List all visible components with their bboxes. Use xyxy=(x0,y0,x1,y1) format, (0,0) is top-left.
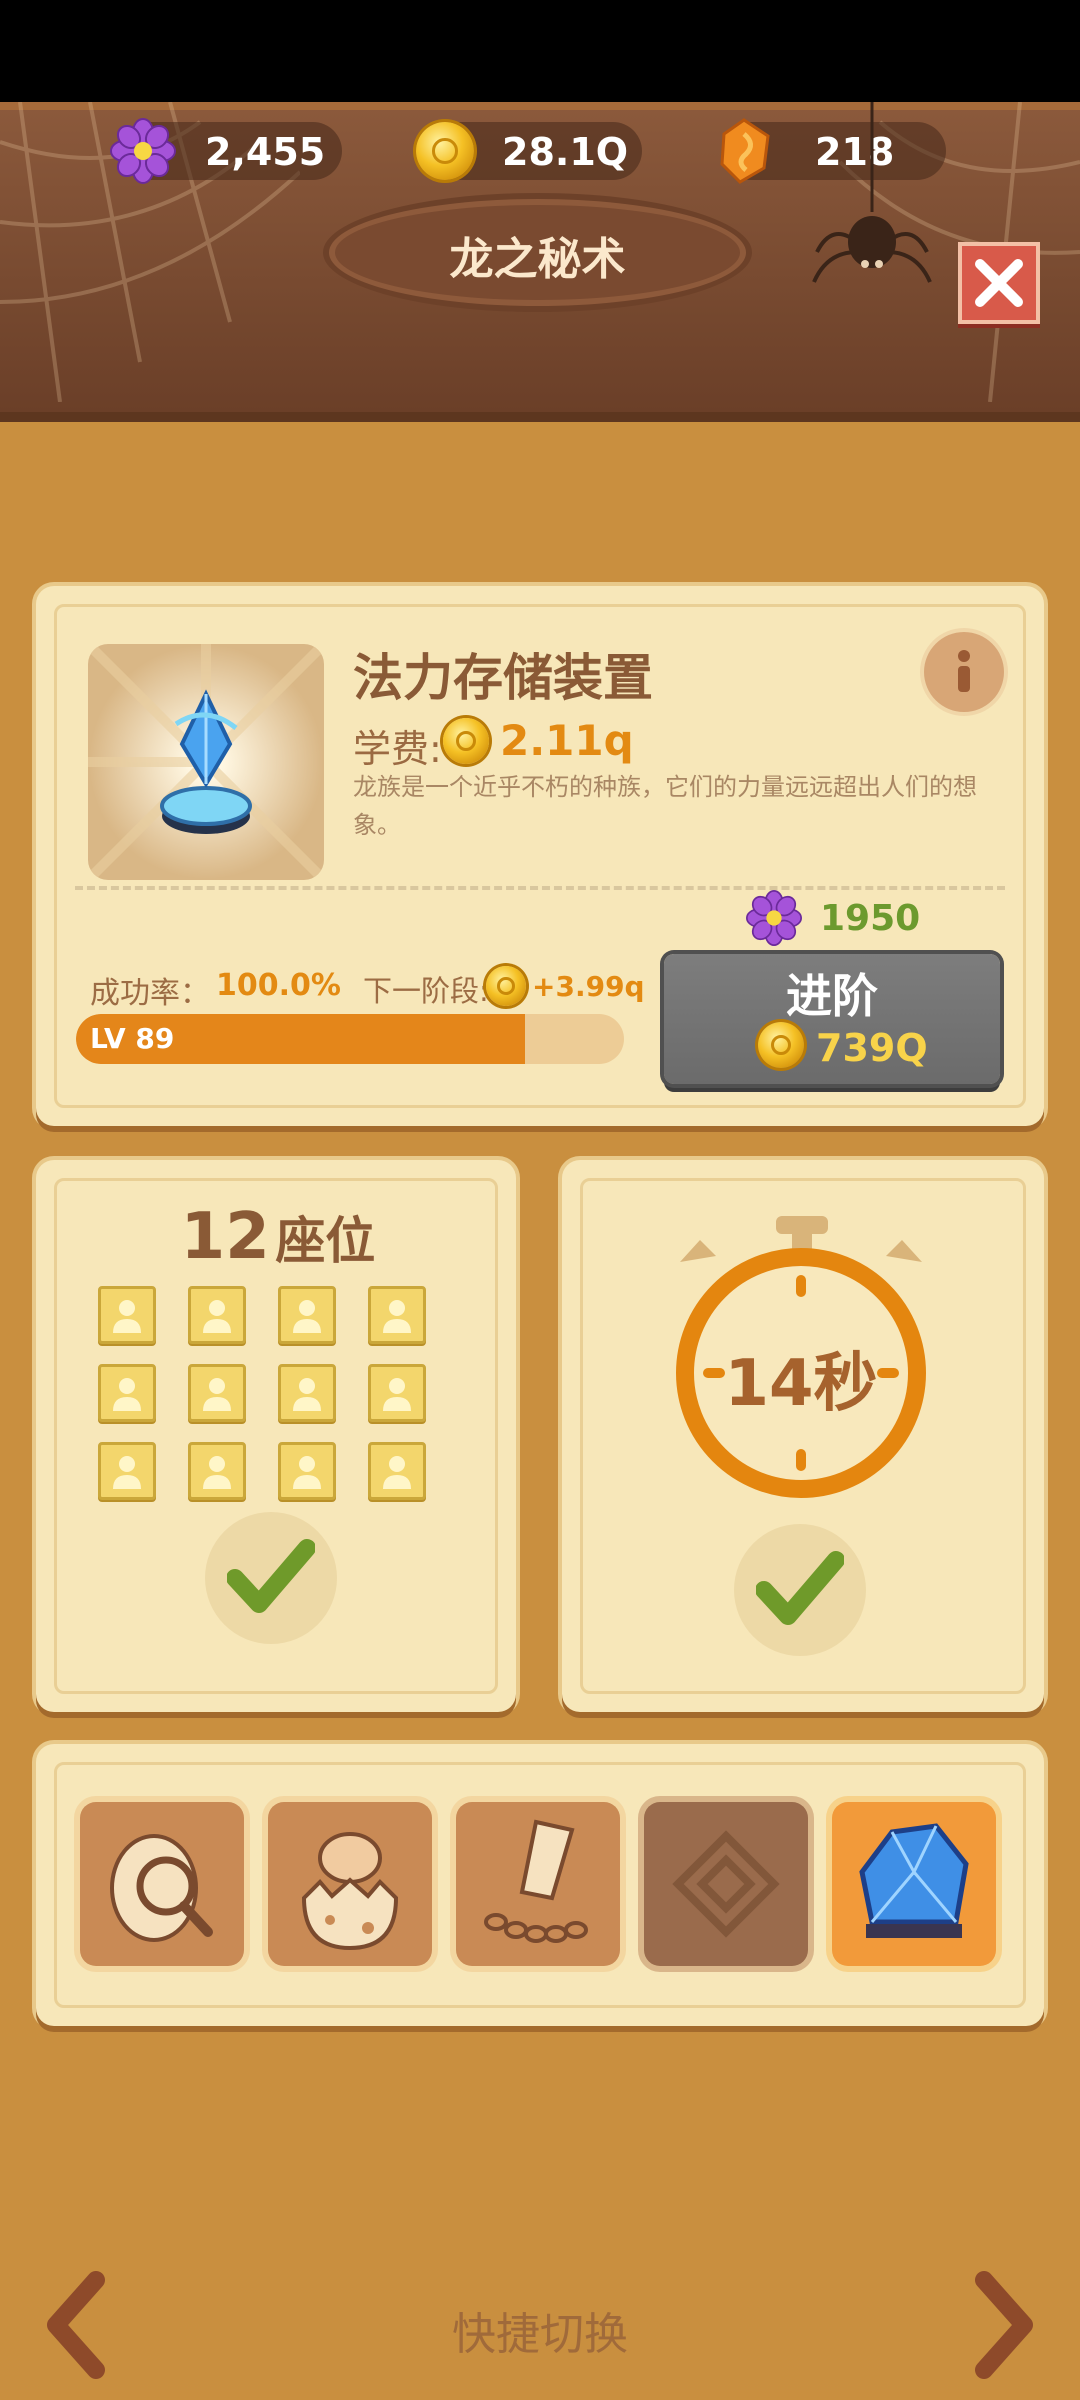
seat-slot xyxy=(368,1286,426,1344)
gold-coin-icon xyxy=(416,122,474,180)
info-icon xyxy=(958,650,970,692)
person-icon xyxy=(383,1300,411,1333)
chained-claw-icon xyxy=(484,1819,588,1943)
level-label: LV 89 xyxy=(90,1022,175,1055)
fee-label: 学费: xyxy=(353,727,442,771)
timer-confirm-button[interactable] xyxy=(734,1524,866,1656)
success-rate-value: 100.0% xyxy=(216,968,341,1003)
skill-locked[interactable] xyxy=(644,1802,808,1966)
item-icon-box xyxy=(88,644,324,880)
level-progress-bar: LV 89 xyxy=(76,1014,624,1064)
gold-coin-icon xyxy=(486,966,526,1006)
purple-flower-icon xyxy=(746,890,802,946)
locked-spiral-icon xyxy=(672,1830,780,1938)
item-name: 法力存储装置 xyxy=(353,649,653,707)
seat-slot xyxy=(98,1364,156,1422)
advance-label: 进阶 xyxy=(786,969,878,1023)
checkmark-icon xyxy=(756,1551,844,1625)
gold-coin-icon xyxy=(758,1022,804,1068)
hatchling-icon xyxy=(301,1832,399,1951)
seat-slot xyxy=(368,1442,426,1500)
spider-icon xyxy=(812,102,932,283)
seat-slot xyxy=(98,1286,156,1344)
gold-count: 28.1Q xyxy=(502,130,629,174)
flower-cost: 1950 xyxy=(820,898,921,939)
arrow-right-icon[interactable] xyxy=(970,2270,1040,2380)
orange-gem-icon xyxy=(720,118,770,184)
success-rate-label: 成功率： xyxy=(90,976,210,1011)
seat-slot xyxy=(278,1442,336,1500)
seat-slot xyxy=(98,1442,156,1500)
flower-count: 2,455 xyxy=(205,130,326,174)
seats-confirm-button[interactable] xyxy=(205,1512,337,1644)
divider xyxy=(75,886,1005,890)
person-icon xyxy=(293,1300,321,1333)
person-icon xyxy=(203,1378,231,1411)
quick-switch-label: 快捷切换 xyxy=(452,2309,628,2360)
person-icon xyxy=(293,1378,321,1411)
seats-title: 12 座位 xyxy=(38,1200,518,1274)
person-icon xyxy=(203,1456,231,1489)
info-button[interactable] xyxy=(924,632,1004,712)
close-icon xyxy=(975,259,1023,307)
seat-slot xyxy=(278,1286,336,1344)
next-stage-label: 下一阶段: xyxy=(363,974,489,1008)
seat-slot xyxy=(188,1442,246,1500)
person-icon xyxy=(113,1456,141,1489)
egg-search-icon xyxy=(110,1834,213,1942)
blue-crystal-dragon-icon xyxy=(859,1823,969,1938)
person-icon xyxy=(383,1378,411,1411)
item-description: 龙族是一个近乎不朽的种族，它们的力量远远超出人们的想象。 xyxy=(353,773,977,839)
seat-slot xyxy=(278,1364,336,1422)
advance-cost: 739Q xyxy=(816,1026,928,1070)
gold-coin-icon xyxy=(443,718,489,764)
seat-count: 12 xyxy=(180,1200,270,1274)
skill-chained-claw[interactable] xyxy=(456,1802,620,1966)
person-icon xyxy=(113,1378,141,1411)
next-stage-value: +3.99q xyxy=(532,970,645,1003)
fee-value: 2.11q xyxy=(500,716,634,765)
page-title: 龙之秘术 xyxy=(449,234,626,285)
skill-crystal-dragon[interactable] xyxy=(832,1802,996,1966)
person-icon xyxy=(203,1300,231,1333)
seat-label: 座位 xyxy=(275,1212,376,1270)
seat-slot xyxy=(188,1364,246,1422)
skill-hatchling[interactable] xyxy=(268,1802,432,1966)
person-icon xyxy=(383,1456,411,1489)
person-icon xyxy=(293,1456,321,1489)
seat-slot xyxy=(188,1286,246,1344)
timer-text: 14秒 xyxy=(724,1347,878,1421)
close-button[interactable] xyxy=(958,242,1040,324)
status-bar xyxy=(0,0,1080,102)
mana-storage-device-icon xyxy=(88,644,324,880)
checkmark-icon xyxy=(227,1539,315,1613)
person-icon xyxy=(113,1300,141,1333)
purple-flower-icon xyxy=(110,118,176,184)
seat-slot xyxy=(368,1364,426,1422)
skill-egg-search[interactable] xyxy=(80,1802,244,1966)
